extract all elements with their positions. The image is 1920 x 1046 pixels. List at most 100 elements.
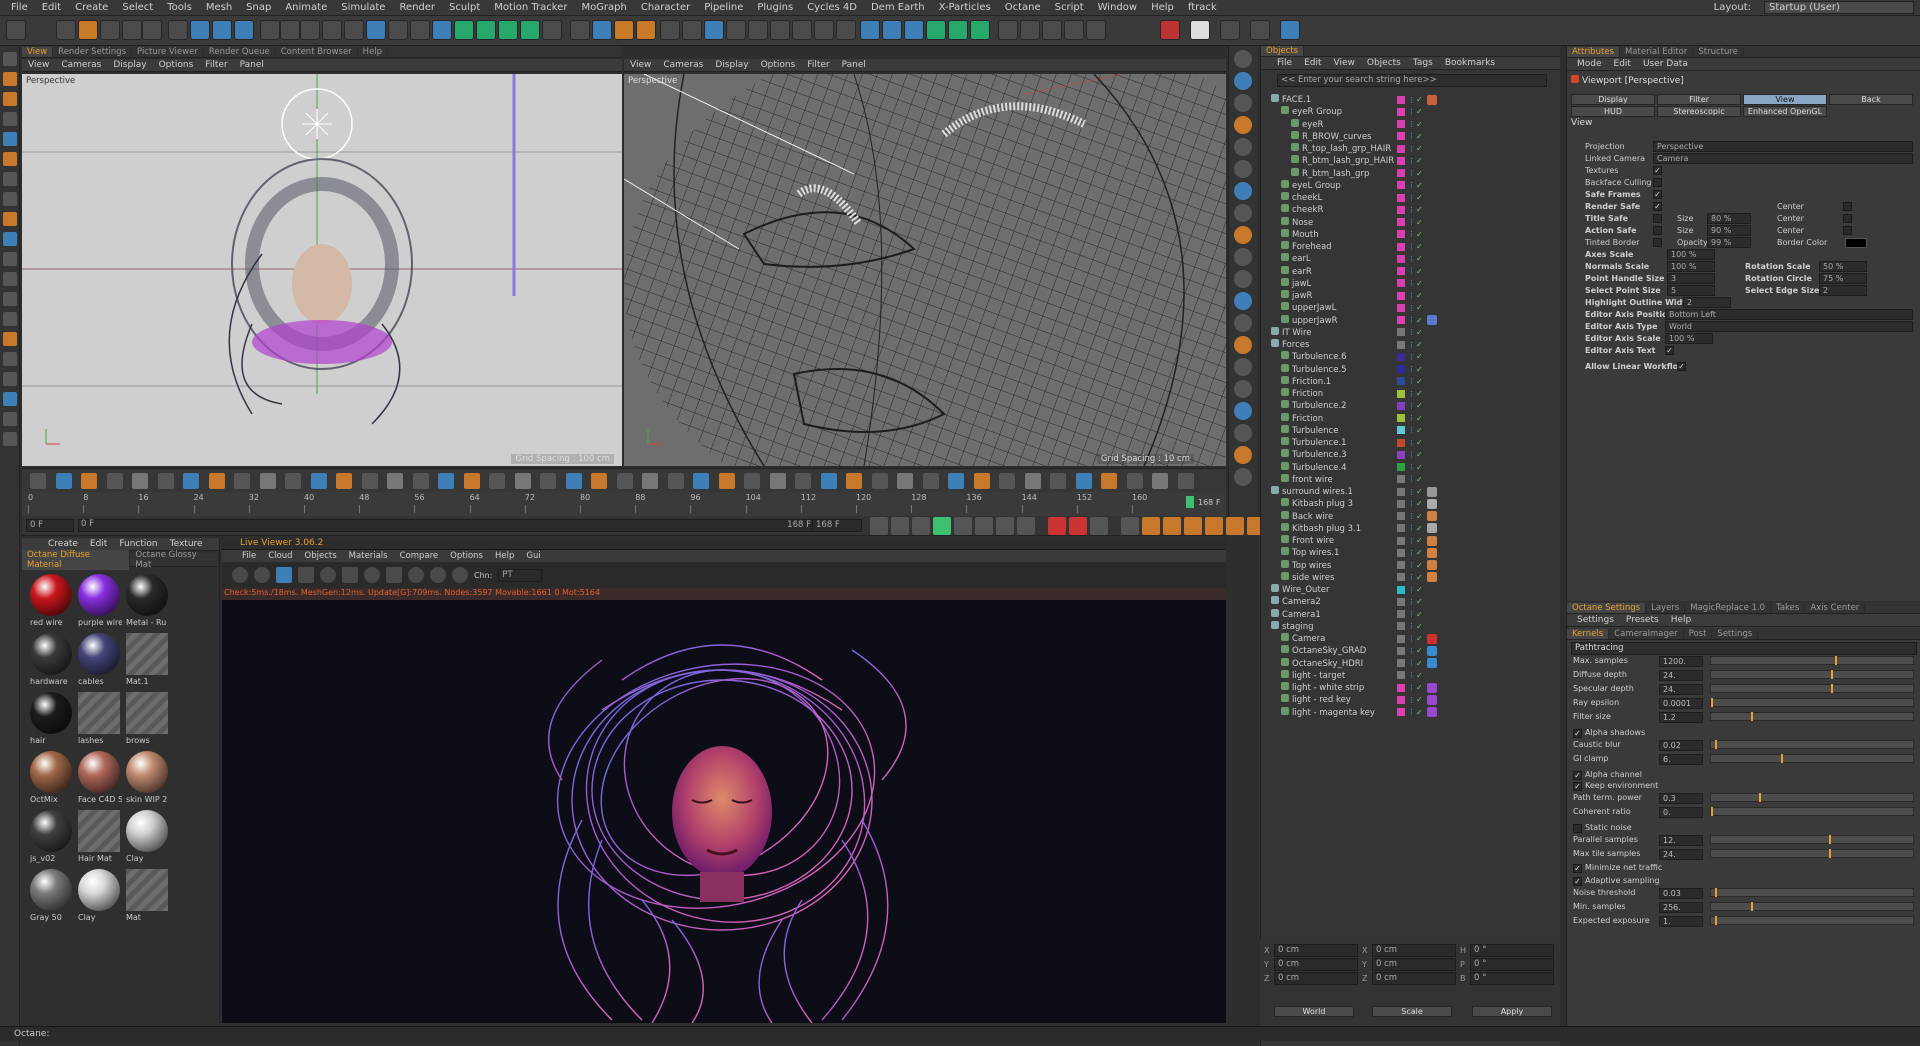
- octane-checkbox[interactable]: ✓: [1573, 771, 1582, 780]
- visibility-dots-icon[interactable]: ⋮: [1408, 512, 1415, 520]
- visibility-dots-icon[interactable]: ⋮: [1408, 524, 1415, 532]
- param-value-field[interactable]: 0.03: [1659, 888, 1703, 899]
- attribute-value-field[interactable]: 2: [1683, 297, 1731, 308]
- tab-render-settings[interactable]: Render Settings: [53, 46, 132, 57]
- enabled-check-icon[interactable]: ✓: [1416, 352, 1423, 361]
- object-tag-icon[interactable]: [1427, 523, 1437, 534]
- polygons-mode-icon[interactable]: [3, 112, 17, 126]
- material-swatch[interactable]: brows: [124, 691, 170, 747]
- coord-value-field[interactable]: 0 cm: [1372, 958, 1456, 971]
- slider-knob[interactable]: [1831, 684, 1833, 693]
- attribute-value-field[interactable]: 3: [1667, 273, 1715, 284]
- subdivision-icon[interactable]: [366, 20, 386, 40]
- record-icon[interactable]: [591, 473, 607, 489]
- enabled-check-icon[interactable]: ✓: [1416, 120, 1423, 129]
- layer-color-swatch[interactable]: [1397, 695, 1405, 704]
- visibility-dots-icon[interactable]: ⋮: [1408, 573, 1415, 581]
- motion-icon[interactable]: [642, 473, 658, 489]
- menu-x-particles[interactable]: X-Particles: [932, 2, 998, 13]
- rotate-icon[interactable]: [122, 20, 142, 40]
- enabled-check-icon[interactable]: ✓: [1416, 316, 1423, 325]
- grid-icon[interactable]: [704, 20, 724, 40]
- rotate-view-icon[interactable]: [1234, 358, 1252, 376]
- live-viewer-menu-options[interactable]: Options: [444, 551, 489, 561]
- slider-knob[interactable]: [1711, 698, 1713, 707]
- octane-menu-settings[interactable]: Settings: [1571, 615, 1620, 625]
- tweak-icon[interactable]: [3, 392, 17, 406]
- enabled-check-icon[interactable]: ✓: [1416, 659, 1423, 668]
- visibility-dots-icon[interactable]: ⋮: [1408, 108, 1415, 116]
- attribute-value-field[interactable]: World: [1665, 321, 1913, 332]
- enabled-check-icon[interactable]: ✓: [1416, 450, 1423, 459]
- attribute-checkbox[interactable]: [1843, 202, 1852, 211]
- floor-icon[interactable]: [520, 20, 540, 40]
- move-view-icon[interactable]: [1234, 50, 1252, 68]
- auto-key-icon[interactable]: [1126, 473, 1143, 489]
- next-key-icon[interactable]: [975, 517, 993, 535]
- enabled-check-icon[interactable]: ✓: [1416, 107, 1423, 116]
- layer-color-swatch[interactable]: [1397, 95, 1405, 104]
- enabled-check-icon[interactable]: ✓: [1416, 267, 1423, 276]
- key-icon[interactable]: [1075, 473, 1092, 489]
- animation-icon[interactable]: [3, 232, 17, 246]
- menu-edit[interactable]: Edit: [35, 2, 68, 13]
- make-editable-icon[interactable]: [3, 52, 17, 66]
- param-value-field[interactable]: 6.: [1659, 754, 1703, 765]
- channel-dropdown[interactable]: PT: [498, 568, 543, 582]
- parameter-key-icon[interactable]: [1205, 517, 1223, 535]
- visibility-dots-icon[interactable]: ⋮: [1408, 328, 1415, 336]
- octane-checkbox[interactable]: ✓: [1573, 782, 1582, 791]
- snap-icon[interactable]: [682, 20, 702, 40]
- attribute-checkbox[interactable]: [1653, 226, 1662, 235]
- hair-icon[interactable]: [3, 292, 17, 306]
- axis-icon[interactable]: [660, 20, 680, 40]
- visibility-dots-icon[interactable]: ⋮: [1408, 194, 1415, 202]
- slider-knob[interactable]: [1715, 740, 1717, 749]
- uv-icon[interactable]: [3, 272, 17, 286]
- auto-key-icon[interactable]: [616, 473, 633, 489]
- enabled-check-icon[interactable]: ✓: [1416, 548, 1423, 557]
- zoom-icon[interactable]: [1234, 424, 1252, 442]
- coord-value-field[interactable]: 0 °: [1470, 944, 1554, 957]
- model-mode-icon[interactable]: [542, 20, 562, 40]
- mode-icon[interactable]: [285, 473, 301, 489]
- texture-mode-icon[interactable]: [3, 152, 17, 166]
- enabled-check-icon[interactable]: ✓: [1416, 230, 1423, 239]
- layer-color-swatch[interactable]: [1397, 193, 1405, 202]
- layer-color-swatch[interactable]: [1397, 169, 1405, 177]
- layer-color-swatch[interactable]: [1397, 328, 1405, 337]
- enabled-check-icon[interactable]: ✓: [1416, 634, 1423, 643]
- enabled-check-icon[interactable]: ✓: [1416, 524, 1423, 533]
- auto-key-icon[interactable]: [234, 473, 250, 489]
- visibility-dots-icon[interactable]: ⋮: [1408, 218, 1415, 226]
- enabled-check-icon[interactable]: ✓: [1416, 463, 1423, 472]
- enabled-check-icon[interactable]: ✓: [1416, 426, 1423, 435]
- menu-mograph[interactable]: MoGraph: [574, 2, 633, 13]
- octane-tab-takes[interactable]: Takes: [1771, 602, 1806, 613]
- record-icon[interactable]: [973, 473, 990, 489]
- material-menu-create[interactable]: Create: [42, 539, 84, 549]
- go-start-icon[interactable]: [870, 517, 888, 535]
- slider-knob[interactable]: [1751, 902, 1753, 911]
- mode-icon[interactable]: [667, 473, 684, 489]
- object-tag-icon[interactable]: [1427, 682, 1437, 693]
- visibility-dots-icon[interactable]: ⋮: [1408, 255, 1415, 263]
- system-icon[interactable]: [882, 20, 902, 40]
- layer-color-swatch[interactable]: [1397, 279, 1405, 288]
- move-view-icon[interactable]: [1234, 402, 1252, 420]
- layer-color-swatch[interactable]: [1397, 463, 1405, 471]
- material-swatch[interactable]: Mat: [124, 868, 170, 924]
- viewport1-menu-cameras[interactable]: Cameras: [55, 60, 107, 70]
- object-menu-file[interactable]: File: [1271, 58, 1298, 68]
- soft-select-icon[interactable]: [3, 312, 17, 326]
- menu-select[interactable]: Select: [115, 2, 160, 13]
- viewport-perspective-2[interactable]: Perspective Grid Spacing : 10 cm: [624, 74, 1226, 466]
- object-tag-icon[interactable]: [1427, 645, 1437, 656]
- menu-octane[interactable]: Octane: [998, 2, 1048, 13]
- key-icon[interactable]: [310, 473, 327, 489]
- visibility-dots-icon[interactable]: ⋮: [1408, 304, 1415, 312]
- visibility-dots-icon[interactable]: ⋮: [1408, 414, 1415, 422]
- attribute-value-field[interactable]: 100 %: [1667, 249, 1715, 260]
- auto-key-icon[interactable]: [1069, 517, 1087, 535]
- visibility-dots-icon[interactable]: ⋮: [1408, 145, 1415, 153]
